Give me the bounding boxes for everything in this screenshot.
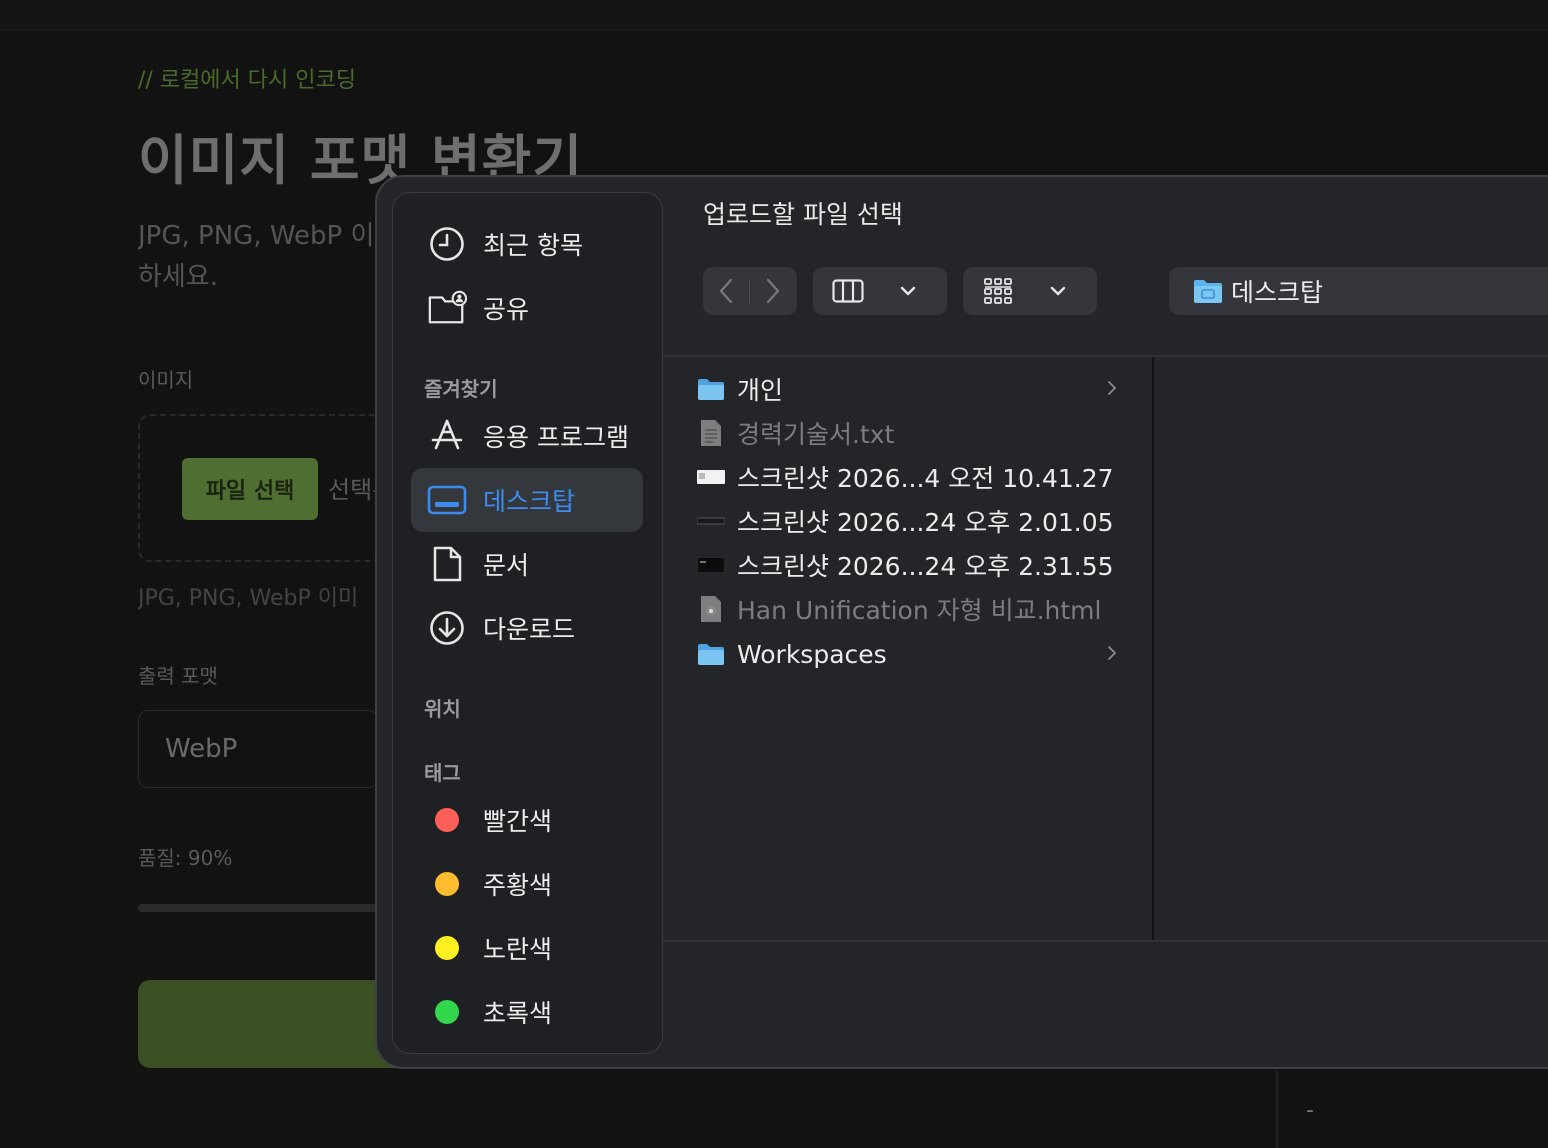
file-picker-dialog: 최근 항목 공유 즐겨찾기 응용 프로그램 데스크탑 문서 다운로드 위치 태그… (375, 175, 1548, 1069)
text-file-icon (697, 419, 725, 447)
dialog-sidebar: 최근 항목 공유 즐겨찾기 응용 프로그램 데스크탑 문서 다운로드 위치 태그… (392, 192, 663, 1054)
browser-top-bar (0, 0, 1548, 30)
file-name: 스크린샷 2026...4 오전 10.41.27 (737, 464, 1114, 493)
sidebar-label: 문서 (483, 551, 530, 580)
image-thumbnail-icon (697, 551, 725, 579)
chevron-right-icon (1108, 381, 1116, 395)
yellow-tag-icon (427, 928, 467, 968)
chevron-down-icon (883, 286, 933, 296)
file-row-folder-workspaces[interactable]: Workspaces (697, 632, 1127, 676)
sidebar-label: 초록색 (483, 999, 553, 1028)
columns-view-icon (813, 279, 883, 303)
file-name: 스크린샷 2026...24 오후 2.31.55 (737, 552, 1114, 581)
locations-header: 위치 (424, 697, 461, 721)
applications-icon (427, 416, 467, 456)
chevron-right-icon (1108, 646, 1116, 660)
chevron-right-icon (766, 278, 780, 304)
column-separator[interactable] (1152, 357, 1154, 941)
sidebar-item-shared[interactable]: 공유 (411, 276, 643, 340)
sidebar-label: 다운로드 (483, 615, 576, 644)
folder-icon (697, 375, 725, 403)
output-format-select[interactable]: WebP (138, 710, 378, 788)
sidebar-item-recents[interactable]: 최근 항목 (411, 212, 643, 276)
sidebar-item-documents[interactable]: 문서 (411, 532, 643, 596)
nav-button-group (703, 267, 797, 315)
sidebar-label: 공유 (483, 295, 530, 324)
file-row-screenshot-1[interactable]: 스크린샷 2026...4 오전 10.41.27 (697, 455, 1127, 499)
file-name: 스크린샷 2026...24 오후 2.01.05 (737, 508, 1114, 537)
file-name: 개인 (737, 376, 784, 405)
sidebar-item-applications[interactable]: 응용 프로그램 (411, 404, 643, 468)
clock-icon (427, 224, 467, 264)
result-side-panel: - (1276, 1070, 1548, 1148)
sidebar-label: 노란색 (483, 935, 553, 964)
file-row-screenshot-3[interactable]: 스크린샷 2026...24 오후 2.31.55 (697, 543, 1127, 587)
folder-icon (697, 640, 725, 668)
sidebar-label: 주황색 (483, 871, 553, 900)
file-name: 경력기술서.txt (737, 420, 895, 449)
sidebar-label: 데스크탑 (483, 487, 576, 516)
quality-slider[interactable] (138, 904, 378, 912)
document-icon (427, 544, 467, 584)
sidebar-tag-red[interactable]: 빨간색 (411, 788, 643, 852)
html-file-icon (697, 595, 725, 623)
download-icon (427, 608, 467, 648)
grid-group-icon (963, 277, 1033, 305)
page-comment: // 로컬에서 다시 인코딩 (138, 68, 356, 93)
view-mode-button[interactable] (813, 267, 947, 315)
file-row-txt[interactable]: 경력기술서.txt (697, 411, 1127, 455)
format-hint: JPG, PNG, WebP 이미 (138, 586, 359, 611)
file-name: Workspaces (737, 639, 887, 669)
tags-header: 태그 (424, 761, 461, 785)
file-select-button[interactable]: 파일 선택 (182, 458, 318, 520)
favorites-header: 즐겨찾기 (424, 377, 498, 401)
green-tag-icon (427, 992, 467, 1032)
file-row-screenshot-2[interactable]: 스크린샷 2026...24 오후 2.01.05 (697, 499, 1127, 543)
sidebar-tag-green[interactable]: 초록색 (411, 980, 643, 1044)
image-thumbnail-icon (697, 463, 725, 491)
sidebar-item-downloads[interactable]: 다운로드 (411, 596, 643, 660)
file-name: Han Unification 자형 비교.html (737, 596, 1102, 625)
file-row-folder-personal[interactable]: 개인 (697, 367, 1127, 411)
dialog-title: 업로드할 파일 선택 (703, 200, 903, 229)
page-description-line2: 하세요. (138, 262, 219, 292)
desktop-folder-icon (1194, 280, 1222, 303)
page-description: JPG, PNG, WebP 이 하세요. (138, 216, 378, 298)
side-panel-value: - (1306, 1098, 1314, 1123)
chevron-left-icon (719, 278, 733, 304)
dialog-footer (663, 942, 1548, 1067)
group-mode-button[interactable] (963, 267, 1097, 315)
sidebar-label: 응용 프로그램 (483, 423, 629, 452)
file-status-text: 선택된 (328, 476, 380, 504)
shared-folder-icon (427, 288, 467, 328)
forward-button[interactable] (750, 267, 796, 315)
sidebar-item-desktop[interactable]: 데스크탑 (411, 468, 643, 532)
desktop-icon (427, 480, 467, 520)
image-dropzone[interactable]: 파일 선택 선택된 (138, 414, 382, 562)
red-tag-icon (427, 800, 467, 840)
toolbar-divider (663, 355, 1548, 357)
sidebar-tag-orange[interactable]: 주황색 (411, 852, 643, 916)
back-button[interactable] (703, 267, 749, 315)
orange-tag-icon (427, 864, 467, 904)
location-popup[interactable]: 데스크탑 (1169, 267, 1548, 315)
file-row-html[interactable]: Han Unification 자형 비교.html (697, 587, 1127, 631)
image-label: 이미지 (138, 368, 194, 392)
sidebar-label: 빨간색 (483, 807, 553, 836)
quality-label: 품질: 90% (138, 846, 233, 870)
image-thumbnail-icon (697, 507, 725, 535)
location-label: 데스크탑 (1231, 278, 1324, 307)
output-format-label: 출력 포맷 (138, 664, 218, 688)
sidebar-tag-yellow[interactable]: 노란색 (411, 916, 643, 980)
sidebar-label: 최근 항목 (483, 231, 583, 260)
chevron-down-icon (1033, 286, 1083, 296)
page-description-line1: JPG, PNG, WebP 이 (138, 221, 375, 251)
